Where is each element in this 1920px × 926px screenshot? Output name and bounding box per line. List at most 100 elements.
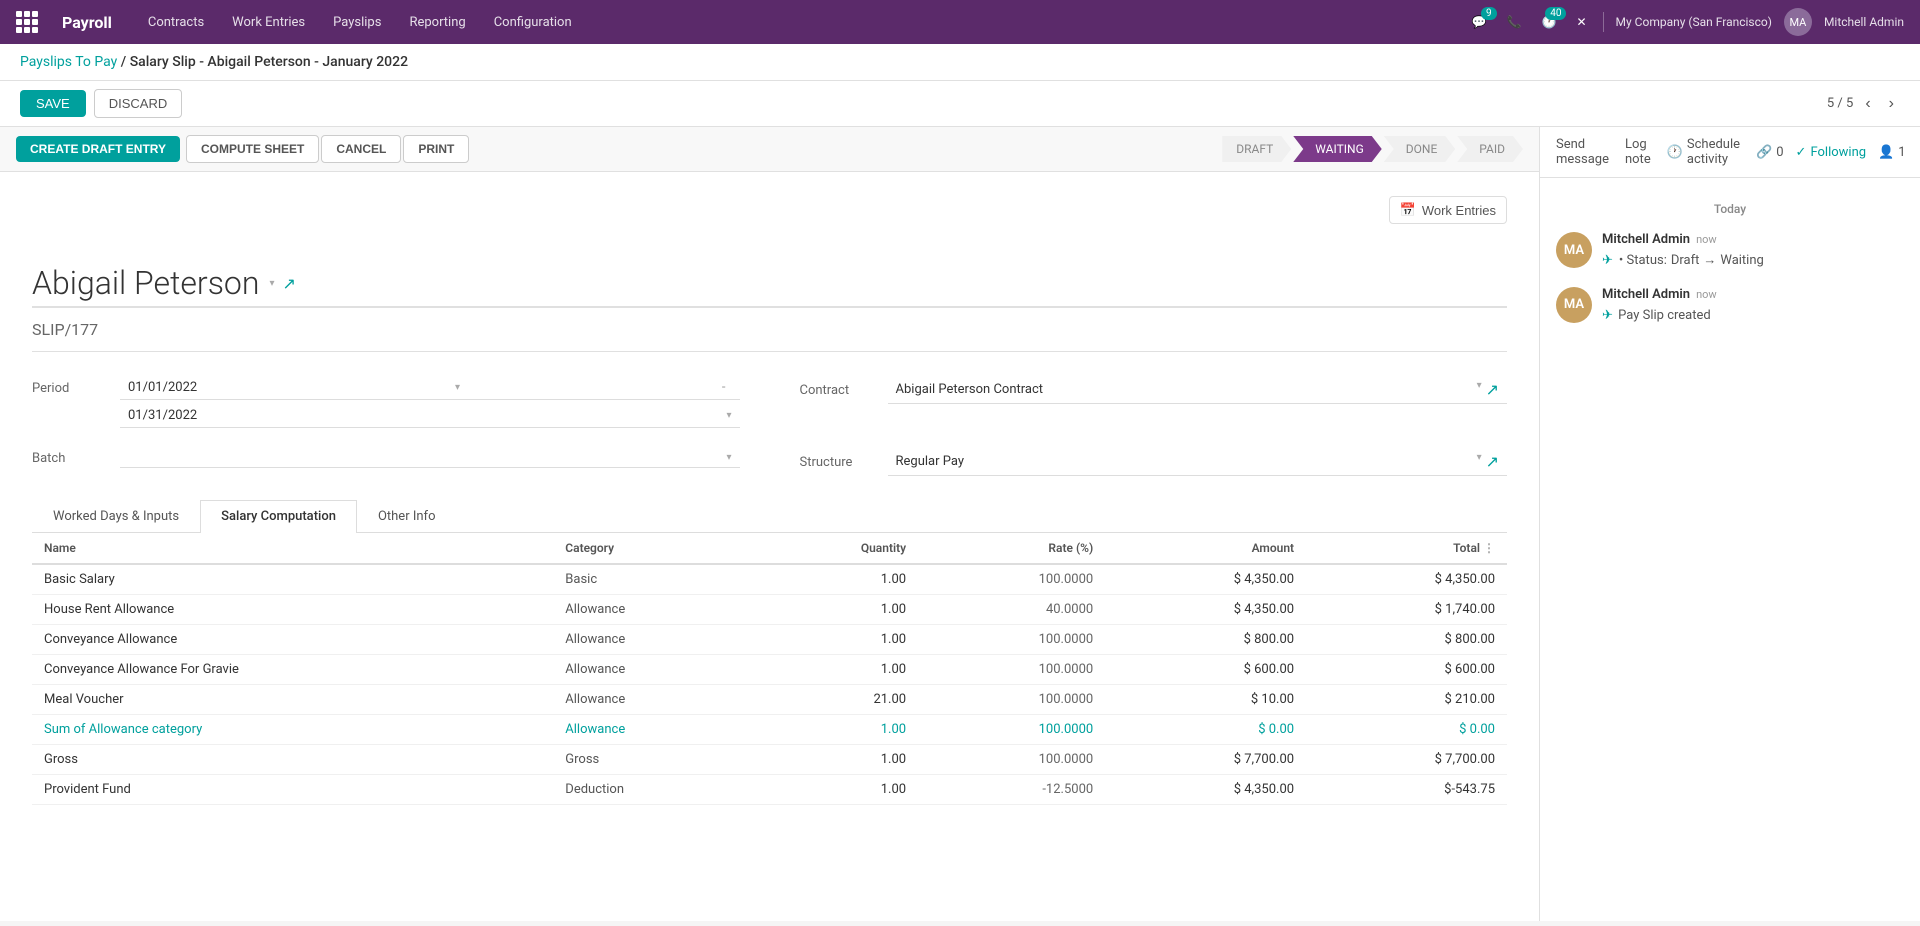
tab-worked-days[interactable]: Worked Days & Inputs bbox=[32, 500, 200, 532]
chatter-toolbar: Send message Log note 🕐 Schedule activit… bbox=[1540, 127, 1920, 178]
followers-count[interactable]: 👤 1 bbox=[1878, 145, 1906, 160]
batch-field: Batch ▾ bbox=[32, 448, 740, 476]
cancel-button[interactable]: CANCEL bbox=[321, 135, 401, 163]
chat-icon[interactable]: 💬9 bbox=[1468, 11, 1491, 33]
col-name: Name bbox=[32, 533, 553, 564]
status-pipeline: DRAFT WAITING DONE PAID bbox=[1222, 136, 1523, 162]
col-amount: Amount bbox=[1105, 533, 1306, 564]
save-button[interactable]: SAVE bbox=[20, 90, 86, 117]
msg-author-1: Mitchell Admin bbox=[1602, 232, 1690, 247]
breadcrumb-separator: / bbox=[121, 54, 130, 70]
user-avatar[interactable]: MA bbox=[1784, 8, 1812, 36]
period-field: Period 01/01/2022 ▾ - 01/31/2022 ▾ bbox=[32, 376, 740, 428]
cell-quantity-0: 1.00 bbox=[753, 564, 918, 595]
paperclip-count[interactable]: 🔗 0 bbox=[1756, 145, 1784, 160]
status-paid[interactable]: PAID bbox=[1457, 136, 1523, 162]
nav-contracts[interactable]: Contracts bbox=[136, 7, 216, 38]
breadcrumb-parent[interactable]: Payslips To Pay bbox=[20, 54, 117, 70]
cell-total-5: $ 0.00 bbox=[1306, 715, 1507, 745]
following-button[interactable]: ✓ Following bbox=[1796, 145, 1867, 160]
discard-button[interactable]: DISCARD bbox=[94, 89, 183, 118]
status-done[interactable]: DONE bbox=[1384, 136, 1456, 162]
cell-amount-4: $ 10.00 bbox=[1105, 685, 1306, 715]
cell-name-1: House Rent Allowance bbox=[32, 595, 553, 625]
clock-icon[interactable]: 🕐40 bbox=[1538, 11, 1561, 33]
cell-category-1: Allowance bbox=[553, 595, 753, 625]
cell-category-5[interactable]: Allowance bbox=[553, 715, 753, 745]
cell-name-5[interactable]: Sum of Allowance category bbox=[32, 715, 553, 745]
tab-salary-computation[interactable]: Salary Computation bbox=[200, 500, 357, 533]
nav-payslips[interactable]: Payslips bbox=[321, 7, 393, 38]
table-row-2[interactable]: Conveyance Allowance Allowance 1.00 100.… bbox=[32, 625, 1507, 655]
pagination-prev[interactable]: ‹ bbox=[1859, 93, 1876, 115]
phone-icon[interactable]: 📞 bbox=[1503, 11, 1526, 33]
close-icon[interactable]: ✕ bbox=[1572, 11, 1590, 33]
cell-quantity-5: 1.00 bbox=[753, 715, 918, 745]
status-draft[interactable]: DRAFT bbox=[1222, 136, 1291, 162]
msg-author-2: Mitchell Admin bbox=[1602, 287, 1690, 302]
employee-dropdown-icon[interactable]: ▾ bbox=[269, 278, 274, 289]
table-row-6[interactable]: Gross Gross 1.00 100.0000 $ 7,700.00 $ 7… bbox=[32, 745, 1507, 775]
tab-other-info[interactable]: Other Info bbox=[357, 500, 457, 532]
create-draft-button[interactable]: CREATE DRAFT ENTRY bbox=[16, 136, 180, 162]
structure-dropdown[interactable]: ▾ bbox=[1477, 452, 1482, 471]
structure-external-link-icon[interactable]: ↗ bbox=[1486, 452, 1499, 471]
col-category: Category bbox=[553, 533, 753, 564]
app-switcher-icon[interactable] bbox=[16, 11, 38, 33]
table-row-3[interactable]: Conveyance Allowance For Gravie Allowanc… bbox=[32, 655, 1507, 685]
log-note-button[interactable]: Log note bbox=[1625, 137, 1651, 167]
cell-amount-2: $ 800.00 bbox=[1105, 625, 1306, 655]
work-entries-button[interactable]: 📅 Work Entries bbox=[1389, 196, 1507, 224]
main-layout: CREATE DRAFT ENTRY COMPUTE SHEET CANCEL … bbox=[0, 127, 1920, 921]
schedule-activity-button[interactable]: 🕐 Schedule activity bbox=[1667, 137, 1740, 167]
cell-name-2: Conveyance Allowance bbox=[32, 625, 553, 655]
cell-rate-0: 100.0000 bbox=[918, 564, 1105, 595]
table-row-0[interactable]: Basic Salary Basic 1.00 100.0000 $ 4,350… bbox=[32, 564, 1507, 595]
table-row-1[interactable]: House Rent Allowance Allowance 1.00 40.0… bbox=[32, 595, 1507, 625]
compute-sheet-button[interactable]: COMPUTE SHEET bbox=[186, 135, 319, 163]
cell-amount-5: $ 0.00 bbox=[1105, 715, 1306, 745]
cell-name-3: Conveyance Allowance For Gravie bbox=[32, 655, 553, 685]
salary-table: Name Category Quantity Rate (%) Amount T… bbox=[32, 533, 1507, 805]
message-2: MA Mitchell Admin now ✈ Pay Slip created bbox=[1556, 287, 1904, 326]
cell-rate-3: 100.0000 bbox=[918, 655, 1105, 685]
message-content-2: Mitchell Admin now ✈ Pay Slip created bbox=[1602, 287, 1904, 326]
right-panel: Send message Log note 🕐 Schedule activit… bbox=[1540, 127, 1920, 921]
print-button[interactable]: PRINT bbox=[403, 135, 469, 163]
period-start-dropdown[interactable]: ▾ bbox=[455, 382, 460, 393]
contract-external-link-icon[interactable]: ↗ bbox=[1486, 380, 1499, 399]
contract-dropdown[interactable]: ▾ bbox=[1477, 380, 1482, 399]
cell-quantity-2: 1.00 bbox=[753, 625, 918, 655]
employee-external-link-icon[interactable]: ↗ bbox=[282, 274, 295, 293]
message-content-1: Mitchell Admin now ✈ • Status: Draft → W… bbox=[1602, 232, 1904, 271]
cell-name-4: Meal Voucher bbox=[32, 685, 553, 715]
cell-amount-1: $ 4,350.00 bbox=[1105, 595, 1306, 625]
table-row-7[interactable]: Provident Fund Deduction 1.00 -12.5000 $… bbox=[32, 775, 1507, 805]
message-1: MA Mitchell Admin now ✈ • Status: Draft … bbox=[1556, 232, 1904, 271]
send-message-button[interactable]: Send message bbox=[1556, 137, 1609, 167]
pagination-next[interactable]: › bbox=[1883, 93, 1900, 115]
slip-number: SLIP/177 bbox=[32, 320, 1507, 352]
batch-dropdown[interactable]: ▾ bbox=[726, 452, 731, 463]
cell-category-7: Deduction bbox=[553, 775, 753, 805]
cell-rate-5: 100.0000 bbox=[918, 715, 1105, 745]
nav-configuration[interactable]: Configuration bbox=[482, 7, 584, 38]
msg-body-2: ✈ Pay Slip created bbox=[1602, 306, 1904, 326]
period-end-dropdown[interactable]: ▾ bbox=[726, 410, 731, 421]
cell-category-6: Gross bbox=[553, 745, 753, 775]
cell-name-6: Gross bbox=[32, 745, 553, 775]
cell-name-7: Provident Fund bbox=[32, 775, 553, 805]
top-navigation: Payroll Contracts Work Entries Payslips … bbox=[0, 0, 1920, 44]
cell-quantity-3: 1.00 bbox=[753, 655, 918, 685]
cell-rate-4: 100.0000 bbox=[918, 685, 1105, 715]
table-row-4[interactable]: Meal Voucher Allowance 21.00 100.0000 $ … bbox=[32, 685, 1507, 715]
nav-reporting[interactable]: Reporting bbox=[397, 7, 477, 38]
cell-total-4: $ 210.00 bbox=[1306, 685, 1507, 715]
user-name: Mitchell Admin bbox=[1824, 15, 1904, 29]
top-nav-menu: Contracts Work Entries Payslips Reportin… bbox=[136, 7, 1444, 38]
table-row-5[interactable]: Sum of Allowance category Allowance 1.00… bbox=[32, 715, 1507, 745]
status-waiting[interactable]: WAITING bbox=[1293, 136, 1381, 162]
cell-category-4: Allowance bbox=[553, 685, 753, 715]
col-menu-icon[interactable]: ⋮ bbox=[1483, 541, 1495, 555]
nav-work-entries[interactable]: Work Entries bbox=[220, 7, 317, 38]
